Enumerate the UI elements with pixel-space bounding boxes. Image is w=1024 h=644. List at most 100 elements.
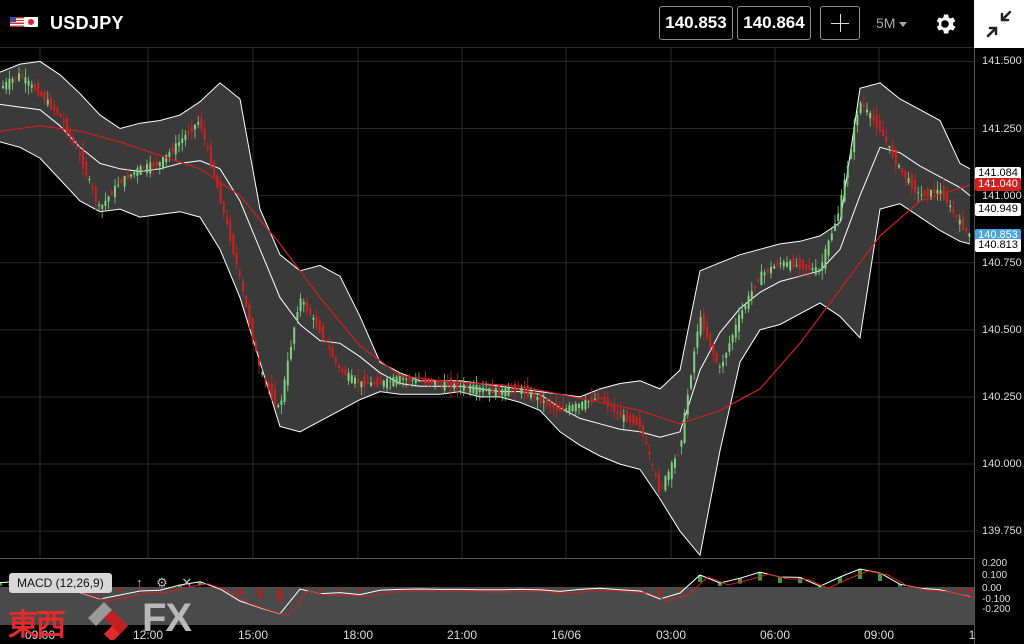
candle-body [235, 253, 238, 265]
candle-body [635, 417, 638, 425]
bollinger-band-fill [0, 61, 970, 556]
candle-body [664, 476, 667, 491]
candle-body [187, 131, 190, 134]
candle-body [338, 365, 340, 369]
candle-body [462, 384, 465, 391]
crosshair-icon[interactable] [820, 6, 860, 40]
price-axis: 141.500 141.250 141.000 140.750 140.500 140.2… [974, 48, 1024, 644]
price-axis-label: 140.250 [982, 390, 1022, 403]
candle-body [731, 335, 734, 343]
macd-histogram-bar [318, 589, 322, 592]
candle-body [290, 346, 292, 360]
candle-body [306, 301, 308, 312]
candle-body [360, 381, 363, 388]
candle-body [878, 120, 881, 132]
candle-body [184, 134, 187, 141]
candle-body [27, 80, 30, 86]
candle-body [194, 124, 196, 130]
symbol-title[interactable]: USDJPY [50, 13, 124, 34]
candle-body [507, 387, 510, 397]
candle-body [226, 216, 228, 225]
macd-settings-icon[interactable]: ⚙ [156, 575, 168, 590]
candle-body [50, 97, 52, 109]
candle-body [149, 162, 152, 174]
candle-body [174, 143, 177, 155]
candle-body [645, 441, 648, 444]
candle-body [894, 148, 897, 165]
candle-body [706, 325, 708, 339]
candle-body [946, 194, 948, 205]
ask-price-button[interactable]: 140.864 [737, 6, 811, 40]
candle-body [667, 471, 670, 481]
candle-body [203, 128, 206, 140]
candle-body [466, 385, 468, 388]
candle-body [546, 398, 548, 406]
candle-body [766, 269, 769, 273]
price-chart[interactable] [0, 48, 974, 558]
candle-body [274, 389, 276, 405]
candle-body [901, 167, 904, 173]
candle-body [885, 136, 888, 142]
candle-body [459, 385, 462, 388]
macd-histogram-bar [558, 589, 562, 591]
candle-body [347, 372, 350, 381]
candle-body [619, 411, 622, 418]
candle-body [843, 179, 846, 202]
candle-body [824, 248, 827, 269]
candle-body [773, 266, 776, 269]
interval-dropdown[interactable]: 5M [876, 15, 908, 31]
candle-body [936, 189, 939, 194]
candle-body [299, 298, 302, 312]
candle-body [315, 316, 318, 328]
candle-body [920, 194, 923, 196]
candle-body [69, 130, 72, 137]
collapse-button[interactable] [974, 0, 1024, 48]
macd-histogram-bar [958, 589, 962, 592]
candle-body [450, 378, 452, 389]
candle-body [862, 104, 865, 108]
candle-body [197, 122, 200, 125]
candle-body [574, 403, 577, 412]
macd-indicator-label[interactable]: MACD (12,26,9) [9, 573, 112, 593]
japan-flag-icon [24, 17, 38, 27]
candle-body [552, 404, 555, 408]
candle-body [702, 313, 705, 332]
candle-body [114, 185, 116, 198]
candle-body [648, 451, 651, 455]
candle-body [786, 262, 788, 267]
macd-histogram-bar [118, 589, 122, 592]
candle-body [808, 264, 811, 270]
candle-body [562, 406, 564, 412]
candle-body [520, 387, 523, 395]
candle-body [840, 195, 843, 220]
macd-close-icon[interactable]: ✕ [181, 575, 192, 590]
candle-body [555, 403, 558, 411]
price-tag: 140.813 [975, 239, 1021, 253]
candle-body [264, 377, 267, 382]
candle-body [488, 387, 491, 395]
candle-body [66, 117, 68, 134]
candle-body [798, 258, 801, 269]
candle-body [296, 312, 299, 321]
candle-body [955, 214, 958, 218]
candle-body [821, 262, 824, 271]
candle-body [747, 295, 750, 309]
move-up-icon[interactable]: ↑ [136, 575, 143, 590]
candle-body [283, 379, 286, 403]
candle-body [789, 261, 792, 271]
candle-body [293, 327, 296, 344]
candle-body [11, 78, 14, 83]
price-tag: 140.949 [975, 202, 1021, 216]
candle-body [869, 112, 872, 119]
candle-body [254, 341, 257, 352]
candle-body [850, 149, 852, 159]
candle-body [242, 281, 244, 292]
candle-body [888, 145, 891, 148]
collapse-icon [986, 10, 1012, 38]
gear-icon[interactable] [932, 11, 958, 37]
candle-body [603, 396, 606, 403]
interval-label: 5M [876, 15, 896, 31]
candle-body [2, 85, 4, 89]
candle-body [210, 145, 212, 168]
bid-price-button[interactable]: 140.853 [659, 6, 733, 40]
